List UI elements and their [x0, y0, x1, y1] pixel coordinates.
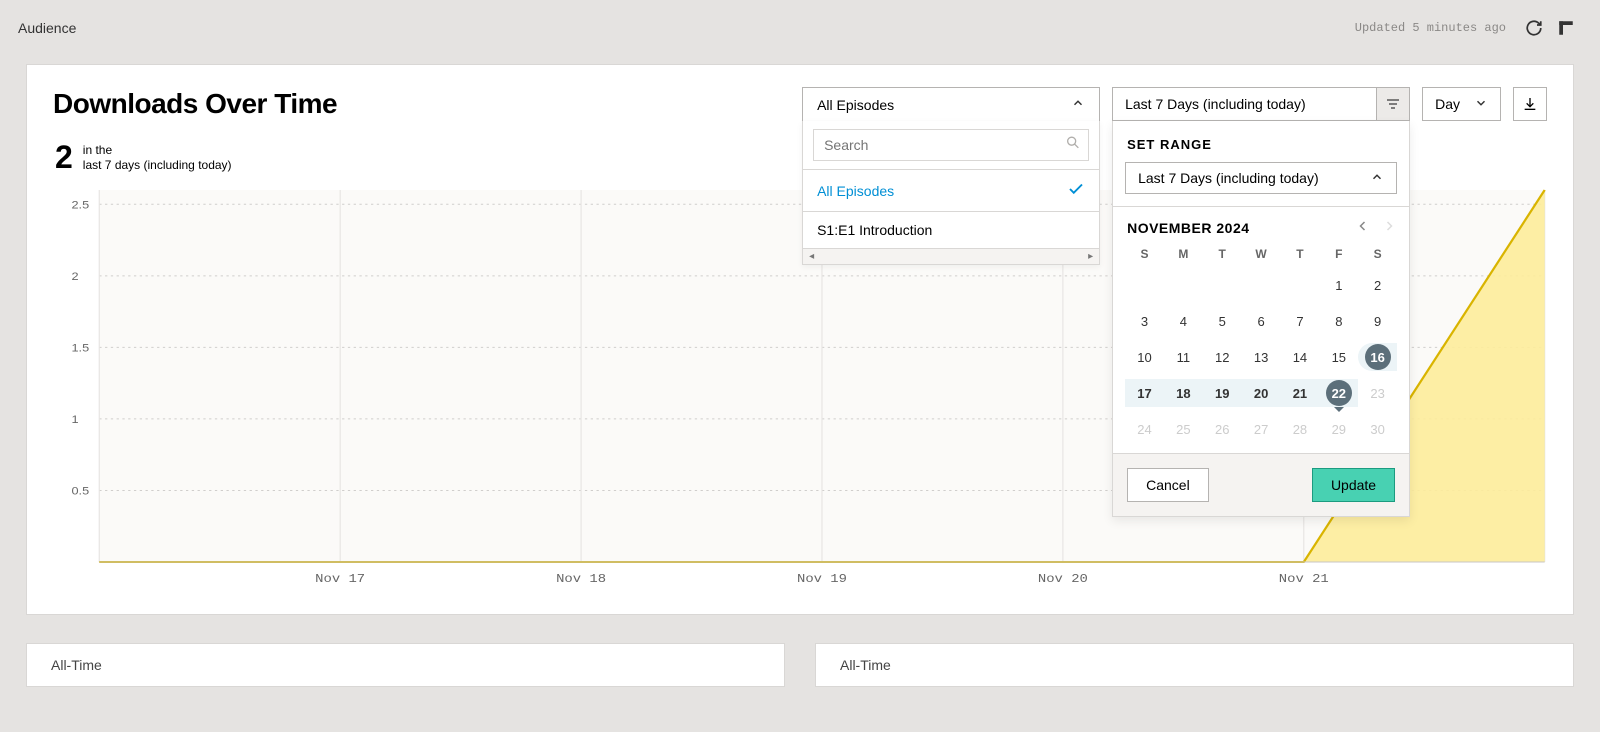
episode-option[interactable]: All Episodes — [803, 169, 1099, 211]
refresh-icon[interactable] — [1518, 12, 1550, 44]
svg-text:1: 1 — [72, 413, 79, 426]
calendar-day: 26 — [1203, 415, 1242, 443]
calendar-day[interactable]: 15 — [1319, 343, 1358, 371]
episodes-select-label: All Episodes — [817, 97, 894, 113]
svg-text:1.5: 1.5 — [72, 341, 90, 354]
calendar-day[interactable]: 3 — [1125, 307, 1164, 335]
metric-line-2: last 7 days (including today) — [83, 158, 232, 173]
range-preset-select[interactable]: Last 7 Days (including today) — [1125, 162, 1397, 194]
calendar-dow: T — [1281, 247, 1320, 263]
episode-option-label: S1:E1 Introduction — [817, 222, 932, 238]
summary-card-right: All-Time — [815, 643, 1574, 687]
calendar-day[interactable]: 8 — [1319, 307, 1358, 335]
chevron-up-icon — [1071, 96, 1085, 113]
calendar-dow: F — [1319, 247, 1358, 263]
episodes-dropdown: All Episodes S1:E1 Introduction ◂ ▸ — [802, 121, 1100, 265]
calendar-day[interactable]: 11 — [1164, 343, 1203, 371]
summary-right-label: All-Time — [840, 657, 891, 673]
check-icon — [1067, 180, 1085, 201]
calendar-day[interactable]: 7 — [1281, 307, 1320, 335]
svg-text:2.5: 2.5 — [72, 198, 90, 211]
summary-left-label: All-Time — [51, 657, 102, 673]
calendar-day[interactable]: 20 — [1242, 379, 1281, 407]
calendar-day[interactable]: 9 — [1358, 307, 1397, 335]
episodes-select[interactable]: All Episodes — [802, 87, 1100, 121]
updated-timestamp: Updated 5 minutes ago — [1355, 21, 1506, 35]
scroll-right-icon[interactable]: ▸ — [1088, 251, 1093, 262]
calendar-day: 28 — [1281, 415, 1320, 443]
calendar-day[interactable]: 14 — [1281, 343, 1320, 371]
cancel-button[interactable]: Cancel — [1127, 468, 1209, 502]
calendar-month-title: NOVEMBER 2024 — [1127, 220, 1249, 236]
calendar-day[interactable]: 17 — [1125, 379, 1164, 407]
calendar-prev-icon[interactable] — [1357, 219, 1369, 237]
search-input[interactable] — [813, 129, 1089, 161]
calendar-day[interactable]: 22 — [1319, 379, 1358, 407]
chevron-down-icon — [1474, 96, 1488, 113]
svg-text:0.5: 0.5 — [72, 484, 90, 497]
calendar-day[interactable]: 18 — [1164, 379, 1203, 407]
calendar-day[interactable]: 19 — [1203, 379, 1242, 407]
downloads-over-time-card: Downloads Over Time All Episodes — [26, 64, 1574, 615]
range-dropdown: SET RANGE Last 7 Days (including today) … — [1112, 121, 1410, 517]
svg-text:Nov 18: Nov 18 — [556, 572, 606, 586]
calendar-day: 29 — [1319, 415, 1358, 443]
calendar: NOVEMBER 2024 SMTWTFS123456789101112131 — [1113, 206, 1409, 453]
calendar-day[interactable]: 2 — [1358, 271, 1397, 299]
svg-text:Nov 21: Nov 21 — [1279, 572, 1329, 586]
calendar-dow: T — [1203, 247, 1242, 263]
calendar-dow: S — [1358, 247, 1397, 263]
calendar-day[interactable]: 10 — [1125, 343, 1164, 371]
range-preset-label: Last 7 Days (including today) — [1138, 170, 1319, 186]
calendar-day[interactable]: 1 — [1319, 271, 1358, 299]
card-title: Downloads Over Time — [53, 88, 790, 120]
calendar-day: 27 — [1242, 415, 1281, 443]
calendar-day: 25 — [1164, 415, 1203, 443]
granularity-label: Day — [1435, 96, 1460, 112]
svg-text:Nov 17: Nov 17 — [315, 572, 365, 586]
filter-icon — [1376, 87, 1410, 121]
set-range-heading: SET RANGE — [1113, 121, 1409, 162]
chevron-up-icon — [1370, 170, 1384, 187]
calendar-day[interactable]: 21 — [1281, 379, 1320, 407]
panel-icon[interactable] — [1550, 12, 1582, 44]
download-button[interactable] — [1513, 87, 1547, 121]
calendar-day: 23 — [1358, 379, 1397, 407]
granularity-select[interactable]: Day — [1422, 87, 1501, 121]
calendar-dow: S — [1125, 247, 1164, 263]
calendar-day: 24 — [1125, 415, 1164, 443]
calendar-dow: W — [1242, 247, 1281, 263]
metric-line-1: in the — [83, 143, 232, 158]
summary-card-left: All-Time — [26, 643, 785, 687]
calendar-next-icon — [1383, 219, 1395, 237]
range-select[interactable]: Last 7 Days (including today) — [1112, 87, 1410, 121]
scroll-left-icon[interactable]: ◂ — [809, 251, 814, 262]
calendar-day[interactable]: 12 — [1203, 343, 1242, 371]
episode-option-label: All Episodes — [817, 183, 894, 199]
calendar-dow: M — [1164, 247, 1203, 263]
calendar-day[interactable]: 6 — [1242, 307, 1281, 335]
update-button[interactable]: Update — [1312, 468, 1395, 502]
calendar-day[interactable]: 16 — [1358, 343, 1397, 371]
calendar-day[interactable]: 13 — [1242, 343, 1281, 371]
episode-option[interactable]: S1:E1 Introduction — [803, 211, 1099, 248]
calendar-day[interactable]: 5 — [1203, 307, 1242, 335]
search-icon — [1065, 135, 1081, 156]
calendar-day[interactable]: 4 — [1164, 307, 1203, 335]
page-title: Audience — [18, 20, 76, 36]
svg-text:2: 2 — [72, 270, 79, 283]
calendar-day: 30 — [1358, 415, 1397, 443]
svg-text:Nov 19: Nov 19 — [797, 572, 847, 586]
metric-value: 2 — [55, 139, 73, 176]
range-select-label: Last 7 Days (including today) — [1125, 96, 1306, 112]
dropdown-scrollbar[interactable]: ◂ ▸ — [803, 248, 1099, 264]
svg-text:Nov 20: Nov 20 — [1038, 572, 1088, 586]
